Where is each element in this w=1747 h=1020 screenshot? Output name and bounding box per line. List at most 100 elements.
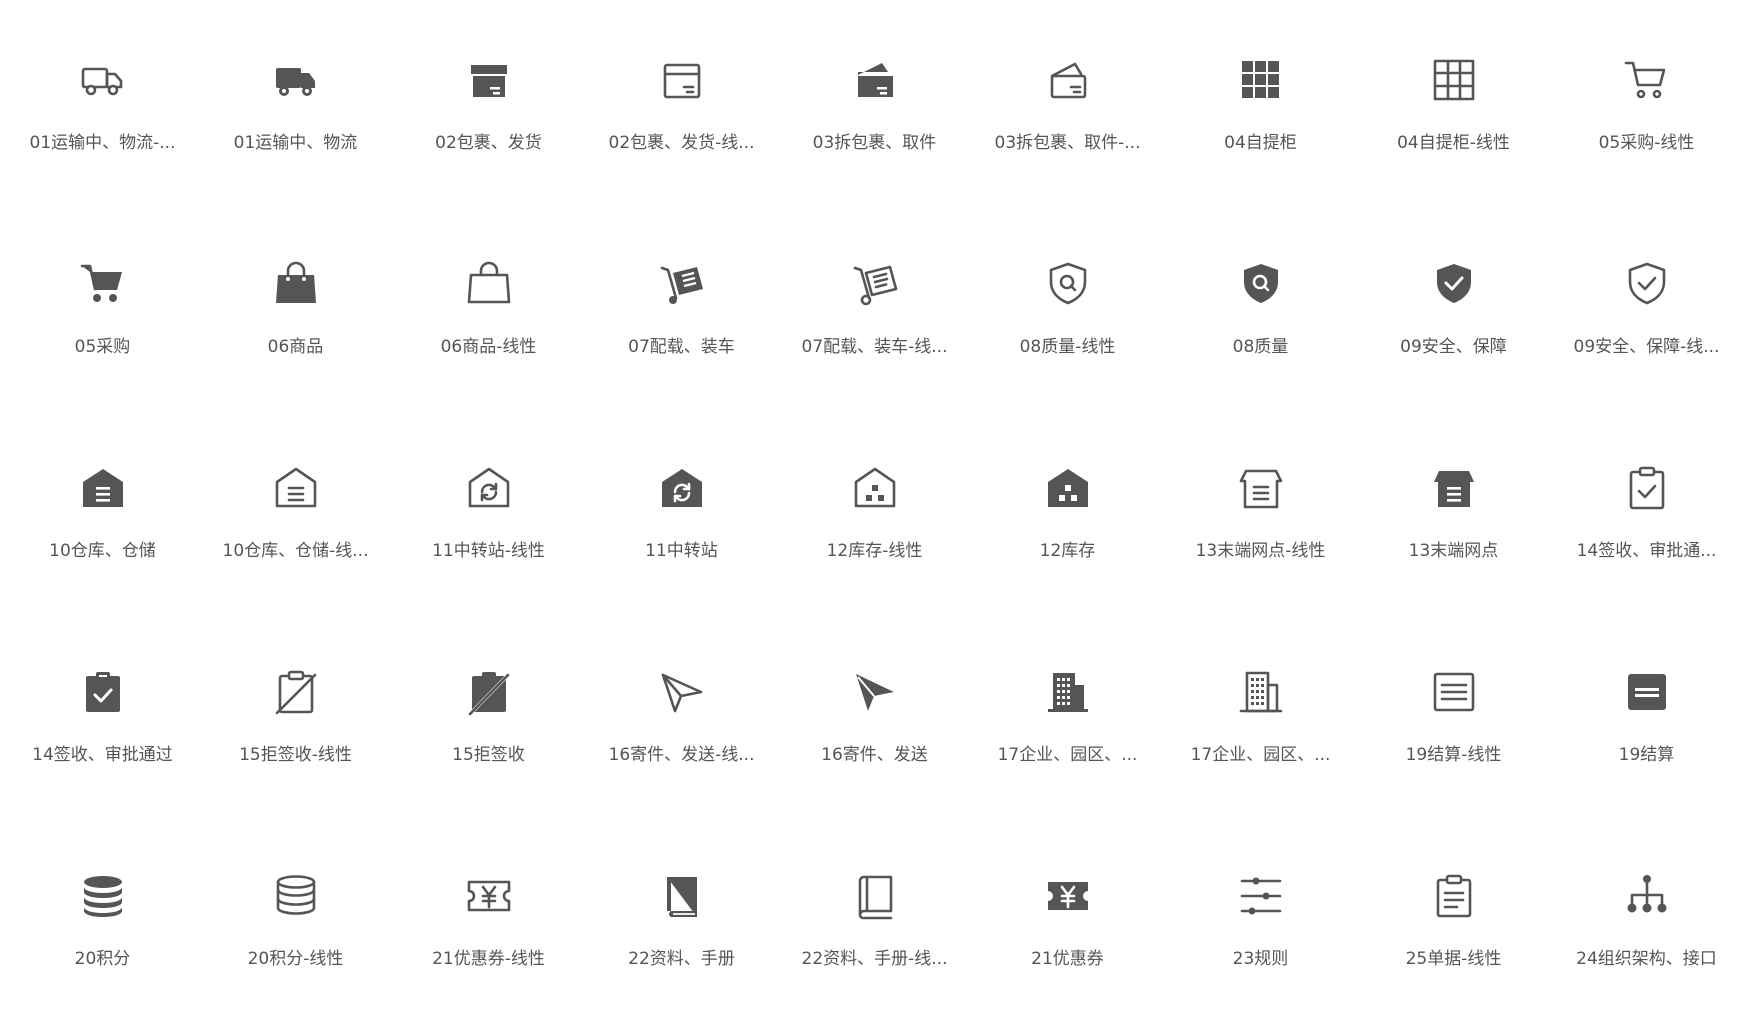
icon-label: 21优惠券 [1031,949,1104,969]
coupon-outline-icon [464,873,514,919]
icon-tile[interactable]: 15拒签收-线性 [199,612,392,816]
icon-tile[interactable]: 09安全、保障 [1357,204,1550,408]
bag-outline-icon [464,261,514,307]
org-chart-icon [1622,873,1672,919]
icon-label: 20积分-线性 [247,949,344,969]
hand-truck-outline-icon [850,261,900,307]
icon-label: 24组织架构、接口 [1576,949,1717,969]
icon-tile[interactable]: 08质量 [1164,204,1357,408]
building-filled-icon [1043,669,1093,715]
book-outline-icon [850,873,900,920]
icon-tile[interactable]: 07配载、装车-线... [778,204,971,408]
icon-tile[interactable]: 06商品 [199,204,392,408]
check-shield-filled-icon [1429,261,1479,307]
truck-filled-icon [271,57,321,103]
paper-plane-outline-icon [657,669,707,715]
quality-shield-outline-icon [1043,261,1093,307]
icon-tile[interactable]: 04自提柜-线性 [1357,0,1550,204]
icon-tile[interactable]: 14签收、审批通... [1550,408,1743,612]
icon-tile[interactable]: 03拆包裹、取件 [778,0,971,204]
icon-tile[interactable]: 11中转站 [585,408,778,612]
icon-tile[interactable]: 19结算 [1550,612,1743,816]
icon-label: 04自提柜-线性 [1397,133,1510,153]
locker-outline-icon [1429,57,1479,103]
icon-label: 14签收、审批通过 [32,745,173,765]
icon-tile[interactable]: 13末端网点 [1357,408,1550,612]
quality-shield-filled-icon [1236,261,1286,307]
icon-tile[interactable]: 08质量-线性 [971,204,1164,408]
icon-tile[interactable]: 20积分-线性 [199,816,392,1020]
icon-tile[interactable]: 10仓库、仓储 [6,408,199,612]
icon-label: 07配载、装车-线... [801,337,948,357]
icon-tile[interactable]: 16寄件、发送 [778,612,971,816]
clipboard-check-outline-icon [1622,465,1672,511]
icon-tile[interactable]: 14签收、审批通过 [6,612,199,816]
icon-tile[interactable]: 09安全、保障-线... [1550,204,1743,408]
clipboard-reject-outline-icon [271,669,321,715]
icon-label: 13末端网点 [1408,541,1499,561]
icon-tile[interactable]: 16寄件、发送-线... [585,612,778,816]
stock-house-filled-icon [1043,465,1093,511]
icon-label: 16寄件、发送 [821,745,928,765]
icon-label: 02包裹、发货-线... [608,133,755,153]
icon-tile[interactable]: 01运输中、物流 [199,0,392,204]
icon-label: 16寄件、发送-线... [608,745,755,765]
icon-tile[interactable]: 02包裹、发货 [392,0,585,204]
icon-label: 15拒签收 [452,745,525,765]
icon-label: 22资料、手册-线... [801,949,948,969]
icon-tile[interactable]: 22资料、手册-线... [778,816,971,1020]
icon-tile[interactable]: 10仓库、仓储-线... [199,408,392,612]
icon-tile[interactable]: 17企业、园区、... [1164,612,1357,816]
clipboard-reject-filled-icon [464,669,514,716]
icon-label: 02包裹、发货 [435,133,542,153]
warehouse-outline-icon [271,465,321,511]
icon-tile[interactable]: 02包裹、发货-线... [585,0,778,204]
icon-tile[interactable]: 06商品-线性 [392,204,585,408]
icon-label: 17企业、园区、... [1190,745,1331,765]
icon-label: 08质量-线性 [1019,337,1116,357]
coins-filled-icon [78,873,128,919]
icon-tile[interactable]: 13末端网点-线性 [1164,408,1357,612]
icon-label: 09安全、保障 [1400,337,1507,357]
document-clipboard-outline-icon [1429,873,1479,919]
stock-house-outline-icon [850,465,900,511]
icon-tile[interactable]: 20积分 [6,816,199,1020]
icon-tile[interactable]: 07配载、装车 [585,204,778,408]
icon-tile[interactable]: 03拆包裹、取件-... [971,0,1164,204]
icon-tile[interactable]: 05采购-线性 [1550,0,1743,204]
icon-label: 03拆包裹、取件 [812,133,937,153]
icon-tile[interactable]: 21优惠券-线性 [392,816,585,1020]
icon-tile[interactable]: 04自提柜 [1164,0,1357,204]
icon-tile[interactable]: 22资料、手册 [585,816,778,1020]
icon-tile[interactable]: 05采购 [6,204,199,408]
icon-tile[interactable]: 15拒签收 [392,612,585,816]
hand-truck-filled-icon [657,261,707,307]
icon-tile[interactable]: 17企业、园区、... [971,612,1164,816]
icon-label: 05采购 [74,337,131,357]
rules-sliders-icon [1236,873,1286,919]
coupon-filled-icon [1043,873,1093,919]
open-package-filled-icon [850,57,900,103]
icon-label: 19结算-线性 [1405,745,1502,765]
icon-label: 21优惠券-线性 [432,949,545,969]
icon-label: 15拒签收-线性 [239,745,352,765]
icon-label: 23规则 [1232,949,1289,969]
icon-tile[interactable]: 23规则 [1164,816,1357,1020]
check-shield-outline-icon [1622,261,1672,307]
icon-tile[interactable]: 21优惠券 [971,816,1164,1020]
icon-tile[interactable]: 01运输中、物流-... [6,0,199,204]
settlement-filled-icon [1622,669,1672,715]
locker-filled-icon [1236,57,1286,103]
bag-filled-icon [271,261,321,307]
icon-tile[interactable]: 11中转站-线性 [392,408,585,612]
icon-tile[interactable]: 24组织架构、接口 [1550,816,1743,1020]
icon-tile[interactable]: 19结算-线性 [1357,612,1550,816]
icon-label: 12库存 [1039,541,1096,561]
paper-plane-filled-icon [850,669,900,715]
icon-tile[interactable]: 25单据-线性 [1357,816,1550,1020]
icon-tile[interactable]: 12库存 [971,408,1164,612]
building-outline-icon [1236,669,1286,715]
cart-outline-icon [1622,57,1672,103]
icon-label: 11中转站 [645,541,718,561]
icon-tile[interactable]: 12库存-线性 [778,408,971,612]
